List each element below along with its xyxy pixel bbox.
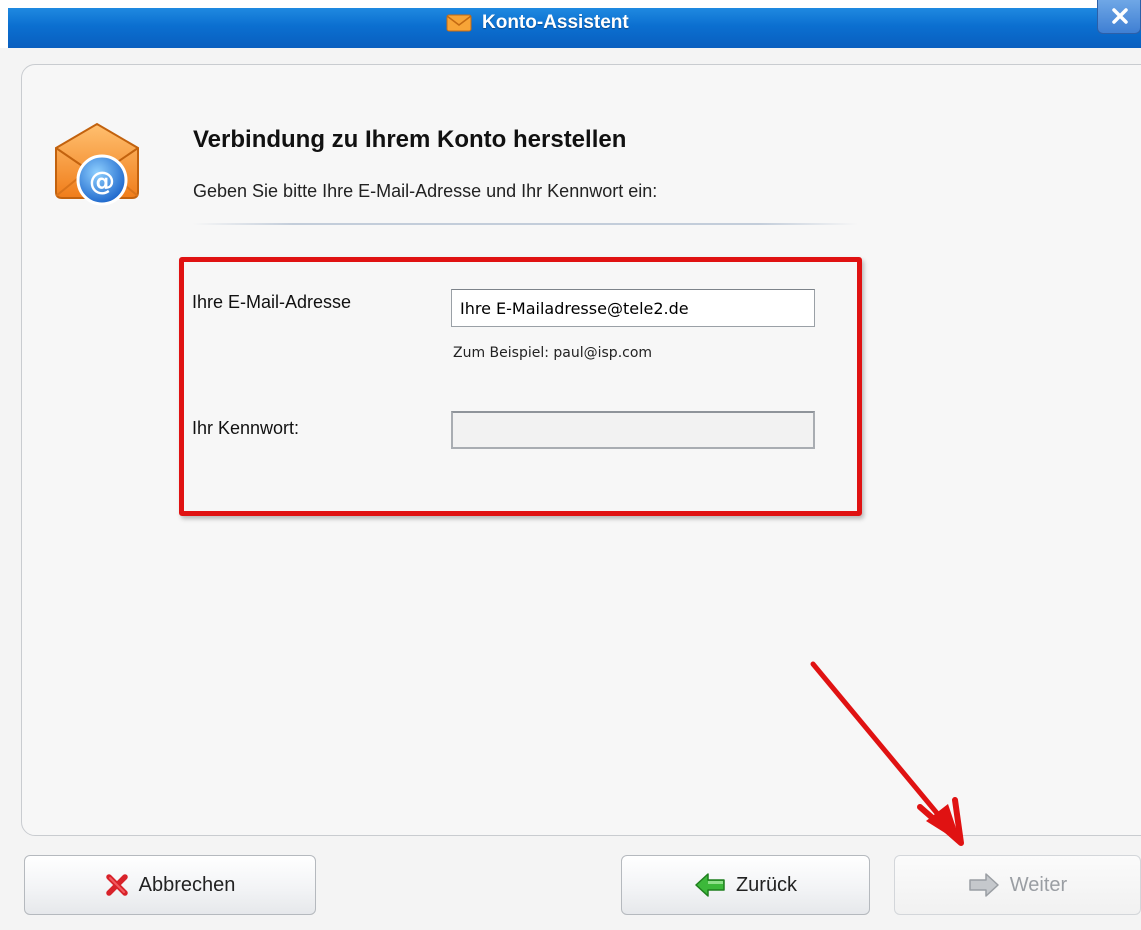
page-subheading: Geben Sie bitte Ihre E-Mail-Adresse und … (193, 181, 658, 201)
window-title: Konto-Assistent (482, 12, 629, 33)
red-x-icon (105, 874, 128, 896)
password-field[interactable] (451, 411, 815, 449)
email-example-hint: Zum Beispiel: paul@isp.com (453, 345, 653, 361)
gray-right-arrow-icon (969, 873, 999, 897)
title-bar: Konto-Assistent (0, 0, 1141, 48)
back-button[interactable]: Zurück (621, 855, 870, 915)
title-envelope-icon (446, 14, 472, 32)
cancel-button-label: Abbrechen (138, 873, 236, 896)
password-label: Ihr Kennwort: (192, 418, 300, 438)
close-button[interactable] (1097, 0, 1141, 34)
page-heading: Verbindung zu Ihrem Konto herstellen (193, 126, 627, 153)
green-left-arrow-icon (695, 873, 725, 897)
close-icon (1112, 8, 1128, 24)
next-button-label: Weiter (1009, 873, 1068, 896)
email-label: Ihre E-Mail-Adresse (192, 292, 352, 312)
title-wrap: Konto-Assistent (446, 11, 629, 35)
back-button-label: Zurück (735, 873, 798, 896)
next-button[interactable]: Weiter (894, 855, 1141, 915)
cancel-button[interactable]: Abbrechen (24, 855, 316, 915)
email-field[interactable] (451, 289, 815, 327)
email-envelope-icon: @ (55, 122, 139, 206)
divider (193, 223, 858, 225)
svg-text:@: @ (89, 167, 115, 197)
